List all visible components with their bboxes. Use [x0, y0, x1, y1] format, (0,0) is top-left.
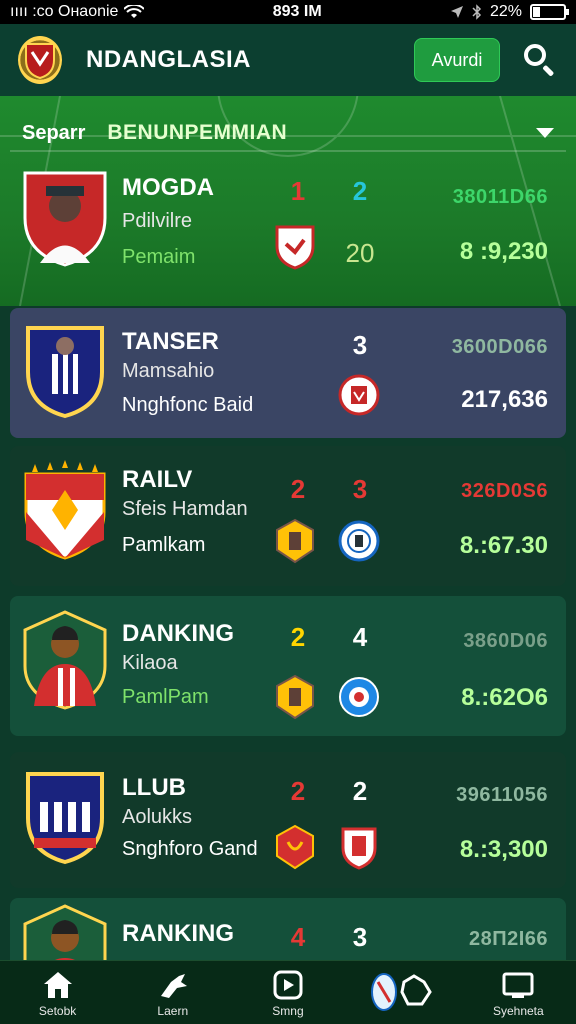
team-card[interactable]: MOGDA Pdilvilre Pemaim 1 2 20 38011D66 8… [10, 156, 566, 296]
team-crest-icon [368, 972, 438, 1011]
team-crest-icon [20, 766, 110, 866]
nav-item-home[interactable]: Setobk [3, 968, 113, 1018]
club-badge-icon [274, 824, 316, 870]
section-prefix: Separr [22, 121, 86, 144]
chevron-down-icon[interactable] [536, 128, 554, 138]
match-value: 217,636 [461, 386, 548, 413]
score-home: 2 [290, 776, 306, 806]
match-code: 3860D06 [463, 630, 548, 652]
club-badge-icon [338, 824, 380, 870]
club-badge-icon [274, 674, 316, 720]
player-crest-icon [20, 904, 110, 960]
club-badge-icon [274, 224, 316, 270]
team-subtitle: Kilaoa [122, 652, 178, 674]
team-subtitle: Aolukks [122, 806, 193, 828]
team-crest-icon [20, 460, 110, 560]
score-home: 2 [290, 622, 306, 652]
score-away: 2 [352, 776, 368, 806]
club-crest-icon[interactable] [18, 36, 62, 84]
section-title: BENUNPEMMIAN [107, 121, 288, 144]
battery-fill [533, 7, 541, 17]
score-home: 4 [290, 922, 306, 952]
team-name: LLUB [122, 774, 186, 801]
match-code: 38011D66 [452, 186, 548, 208]
team-card[interactable]: DANKING Kilaoa PamlPam 2 4 3860D06 8.:62… [10, 596, 566, 736]
nav-item-learn[interactable]: Laern [118, 968, 228, 1018]
team-card[interactable]: TANSER Mamsahio Nnghfonc Baid 3 3600D066… [10, 308, 566, 438]
match-code: 3600D066 [451, 336, 548, 358]
player-crest-icon [20, 168, 110, 268]
nav-item-team[interactable] [348, 972, 458, 1011]
clock: 893 IM [272, 3, 322, 20]
status-left: ıııı :co Oнаonie [10, 3, 145, 21]
match-value: 8.:3,300 [459, 836, 548, 863]
bottom-nav: Setobk Laern Smng Syehneta [0, 960, 576, 1024]
team-league: Snghforo Gand [122, 838, 258, 860]
battery-icon [530, 4, 569, 20]
battery-percent: 22% [489, 3, 522, 20]
play-icon [271, 968, 305, 1002]
app-header: NDANGLASIA Avurdi [0, 24, 576, 96]
home-icon [41, 968, 75, 1002]
match-value: 8 :9,230 [459, 238, 548, 265]
score-home: 2 [290, 474, 306, 504]
team-card[interactable]: LLUB Aolukks Snghforo Gand 2 2 39611056 … [10, 752, 566, 888]
match-value: 8.:62O6 [461, 684, 548, 711]
match-code: 39611056 [456, 784, 548, 806]
team-crest-icon [20, 320, 110, 420]
team-name: DANKING [122, 620, 234, 647]
team-name: TANSER [122, 328, 219, 355]
team-name: RANKING [122, 920, 234, 947]
kick-icon [156, 968, 190, 1002]
team-card[interactable]: RANKING 4 3 28П2I66 [10, 898, 566, 960]
bluetooth-icon [472, 4, 482, 20]
location-icon [450, 6, 463, 18]
score-away: 4 [352, 622, 368, 652]
status-right: 22% [450, 3, 569, 21]
club-badge-icon [338, 674, 380, 720]
screen-icon [501, 968, 535, 1002]
score-away: 3 [352, 330, 368, 360]
nav-label: Laern [157, 1003, 189, 1018]
team-subtitle: Mamsahio [122, 360, 215, 382]
team-league: Nnghfonc Baid [122, 394, 254, 416]
team-league: PamlPam [122, 686, 209, 708]
app-title: NDANGLASIA [86, 46, 251, 73]
team-name: MOGDA [122, 174, 214, 201]
team-subtitle: Sfeis Hamdan [122, 498, 248, 520]
club-badge-icon [338, 372, 380, 418]
match-value: 8.:67.30 [459, 532, 548, 559]
score-away: 2 [352, 176, 368, 206]
carrier-label: ıııı :co Oнаonie [10, 3, 119, 20]
score-away: 3 [352, 474, 368, 504]
score-away: 3 [352, 922, 368, 952]
match-code: 326D0S6 [461, 480, 548, 502]
section-header[interactable]: Separr BENUNPEMMIAN [10, 116, 566, 152]
nav-item-smng[interactable]: Smng [233, 968, 343, 1018]
action-button[interactable]: Avurdi [414, 38, 500, 82]
wifi-icon [124, 5, 145, 18]
club-badge-icon [274, 518, 316, 564]
team-league: Pemaim [122, 246, 196, 268]
nav-label: Smng [272, 1003, 304, 1018]
team-card[interactable]: RAILV Sfeis Hamdan Pamlkam 2 3 326D0S6 8… [10, 446, 566, 586]
search-icon[interactable] [522, 42, 558, 78]
nav-label: Syehneta [492, 1003, 544, 1018]
team-subtitle: Pdilvilre [122, 210, 193, 232]
status-bar: ıııı :co Oнаonie 893 IM 22% [0, 0, 576, 24]
score-extra: 20 [345, 238, 375, 268]
team-league: Pamlkam [122, 534, 206, 556]
team-name: RAILV [122, 466, 193, 493]
nav-label: Setobk [38, 1003, 77, 1018]
match-code: 28П2I66 [468, 928, 548, 950]
club-badge-icon [338, 518, 380, 564]
player-crest-icon [20, 610, 110, 710]
score-home: 1 [290, 176, 306, 206]
nav-item-system[interactable]: Syehneta [463, 968, 573, 1018]
